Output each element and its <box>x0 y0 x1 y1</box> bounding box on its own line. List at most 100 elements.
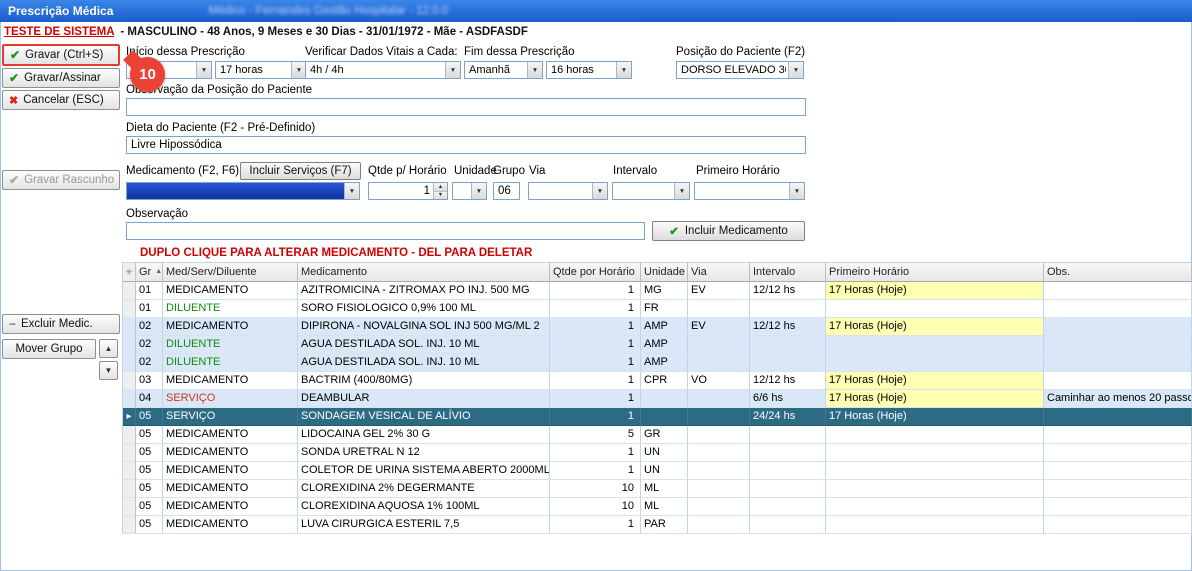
cell-obs <box>1044 318 1192 336</box>
window-title: Prescrição Médica <box>8 4 113 18</box>
cell-primeiro <box>826 444 1044 462</box>
cell-tipo: DILUENTE <box>163 336 298 354</box>
table-row[interactable]: 05MEDICAMENTOLIDOCAINA GEL 2% 30 G5GR <box>123 426 1192 444</box>
column-header[interactable]: Unidade <box>641 263 688 282</box>
minus-icon: − <box>9 317 16 331</box>
column-header[interactable]: Gr▲ <box>136 263 163 282</box>
cell-obs <box>1044 462 1192 480</box>
gravar-assinar-button[interactable]: ✔ Gravar/Assinar <box>2 68 120 88</box>
fim-date-combo[interactable]: Amanhã ▼ <box>464 61 543 79</box>
mover-grupo-down-button[interactable]: ▼ <box>99 361 118 380</box>
table-row[interactable]: 04SERVIÇODEAMBULAR16/6 hs17 Horas (Hoje)… <box>123 390 1192 408</box>
dieta-input[interactable] <box>126 136 806 154</box>
gravar-rascunho-label: Gravar Rascunho <box>24 174 114 186</box>
cell-qtde: 5 <box>550 426 641 444</box>
qtde-spinner[interactable]: 1 ▲ ▼ <box>368 182 448 200</box>
row-indicator <box>123 462 136 480</box>
obs-posicao-input[interactable] <box>126 98 806 116</box>
via-combo[interactable]: ▼ <box>528 182 608 200</box>
spinner-up-icon[interactable]: ▲ <box>434 183 447 191</box>
table-row[interactable]: 01DILUENTESORO FISIOLOGICO 0,9% 100 ML1F… <box>123 300 1192 318</box>
spinner-down-icon[interactable]: ▼ <box>434 191 447 200</box>
table-row[interactable]: 05MEDICAMENTOSONDA URETRAL N 121UN <box>123 444 1192 462</box>
cell-qtde: 10 <box>550 480 641 498</box>
table-row[interactable]: 03MEDICAMENTOBACTRIM (400/80MG)1CPRVO12/… <box>123 372 1192 390</box>
cell-primeiro: 17 Horas (Hoje) <box>826 372 1044 390</box>
vitais-combo[interactable]: 4h / 4h ▼ <box>305 61 461 79</box>
observacao-input[interactable] <box>126 222 645 240</box>
cell-intervalo <box>750 462 826 480</box>
excluir-medic-button[interactable]: − Excluir Medic. <box>2 314 120 334</box>
table-row[interactable]: 01MEDICAMENTOAZITROMICINA - ZITROMAX PO … <box>123 282 1192 300</box>
cell-tipo: MEDICAMENTO <box>163 516 298 534</box>
cell-tipo: MEDICAMENTO <box>163 498 298 516</box>
column-header[interactable]: Medicamento <box>298 263 550 282</box>
system-test-label: TESTE DE SISTEMA <box>4 26 114 38</box>
cell-unidade: ML <box>641 480 688 498</box>
incluir-servicos-button[interactable]: Incluir Serviços (F7) <box>240 162 361 180</box>
cell-unidade: UN <box>641 462 688 480</box>
cell-qtde: 1 <box>550 372 641 390</box>
cell-via <box>688 354 750 372</box>
table-row[interactable]: 05MEDICAMENTOCOLETOR DE URINA SISTEMA AB… <box>123 462 1192 480</box>
cell-gr: 05 <box>136 516 163 534</box>
grid-customize-icon[interactable]: ✳ <box>123 263 136 282</box>
column-header[interactable]: Via <box>688 263 750 282</box>
grupo-input[interactable] <box>493 182 520 200</box>
cell-primeiro <box>826 498 1044 516</box>
column-header[interactable]: Qtde por Horário <box>550 263 641 282</box>
unidade-combo[interactable]: ▼ <box>452 182 487 200</box>
cell-primeiro <box>826 426 1044 444</box>
cell-obs: Caminhar ao menos 20 passos <box>1044 390 1192 408</box>
cell-obs <box>1044 354 1192 372</box>
cell-tipo: MEDICAMENTO <box>163 282 298 300</box>
cell-gr: 05 <box>136 480 163 498</box>
cell-med: CLOREXIDINA AQUOSA 1% 100ML <box>298 498 550 516</box>
inicio-time-combo[interactable]: 17 horas ▼ <box>215 61 307 79</box>
column-header[interactable]: Obs. <box>1044 263 1192 282</box>
cell-via <box>688 516 750 534</box>
close-icon: ✖ <box>9 94 18 107</box>
gravar-rascunho-button[interactable]: ✔ Gravar Rascunho <box>2 170 120 190</box>
cell-med: DIPIRONA - NOVALGINA SOL INJ 500 MG/ML 2 <box>298 318 550 336</box>
cell-med: DEAMBULAR <box>298 390 550 408</box>
primeiro-horario-combo[interactable]: ▼ <box>694 182 805 200</box>
mover-grupo-button[interactable]: Mover Grupo <box>2 339 96 359</box>
cancelar-button[interactable]: ✖ Cancelar (ESC) <box>2 90 120 110</box>
cell-intervalo <box>750 516 826 534</box>
cell-tipo: MEDICAMENTO <box>163 480 298 498</box>
table-row[interactable]: 02DILUENTEAGUA DESTILADA SOL. INJ. 10 ML… <box>123 336 1192 354</box>
incluir-medicamento-button[interactable]: ✔ Incluir Medicamento <box>652 221 805 241</box>
cell-qtde: 1 <box>550 336 641 354</box>
table-row[interactable]: 05MEDICAMENTOCLOREXIDINA 2% DEGERMANTE10… <box>123 480 1192 498</box>
gravar-button[interactable]: ✔ Gravar (Ctrl+S) <box>2 44 120 66</box>
cell-via: EV <box>688 318 750 336</box>
table-row[interactable]: 02DILUENTEAGUA DESTILADA SOL. INJ. 10 ML… <box>123 354 1192 372</box>
row-indicator <box>123 480 136 498</box>
row-indicator <box>123 354 136 372</box>
table-row[interactable]: 05MEDICAMENTOCLOREXIDINA AQUOSA 1% 100ML… <box>123 498 1192 516</box>
column-header[interactable]: Primeiro Horário <box>826 263 1044 282</box>
table-row[interactable]: 02MEDICAMENTODIPIRONA - NOVALGINA SOL IN… <box>123 318 1192 336</box>
cell-obs <box>1044 516 1192 534</box>
intervalo-combo[interactable]: ▼ <box>612 182 690 200</box>
title-bar[interactable]: Prescrição Médica Médico - Fernandes Ges… <box>0 0 1192 22</box>
cell-med: CLOREXIDINA 2% DEGERMANTE <box>298 480 550 498</box>
cell-qtde: 1 <box>550 282 641 300</box>
column-header[interactable]: Intervalo <box>750 263 826 282</box>
chevron-down-icon: ▼ <box>674 183 689 199</box>
cell-gr: 05 <box>136 444 163 462</box>
column-header[interactable]: Med/Serv/Diluente <box>163 263 298 282</box>
cell-intervalo: 12/12 hs <box>750 282 826 300</box>
table-row[interactable]: ▸05SERVIÇOSONDAGEM VESICAL DE ALÍVIO124/… <box>123 408 1192 426</box>
fim-time-combo[interactable]: 16 horas ▼ <box>546 61 632 79</box>
medicamento-combo[interactable]: ▼ <box>126 182 360 200</box>
chevron-down-icon: ▼ <box>616 62 631 78</box>
cell-gr: 01 <box>136 282 163 300</box>
chevron-down-icon: ▼ <box>471 183 486 199</box>
grid-hint: DUPLO CLIQUE PARA ALTERAR MEDICAMENTO - … <box>140 247 532 259</box>
mover-grupo-up-button[interactable]: ▲ <box>99 339 118 358</box>
cell-qtde: 1 <box>550 354 641 372</box>
table-row[interactable]: 05MEDICAMENTOLUVA CIRURGICA ESTERIL 7,51… <box>123 516 1192 534</box>
posicao-combo[interactable]: DORSO ELEVADO 30 G ▼ <box>676 61 804 79</box>
